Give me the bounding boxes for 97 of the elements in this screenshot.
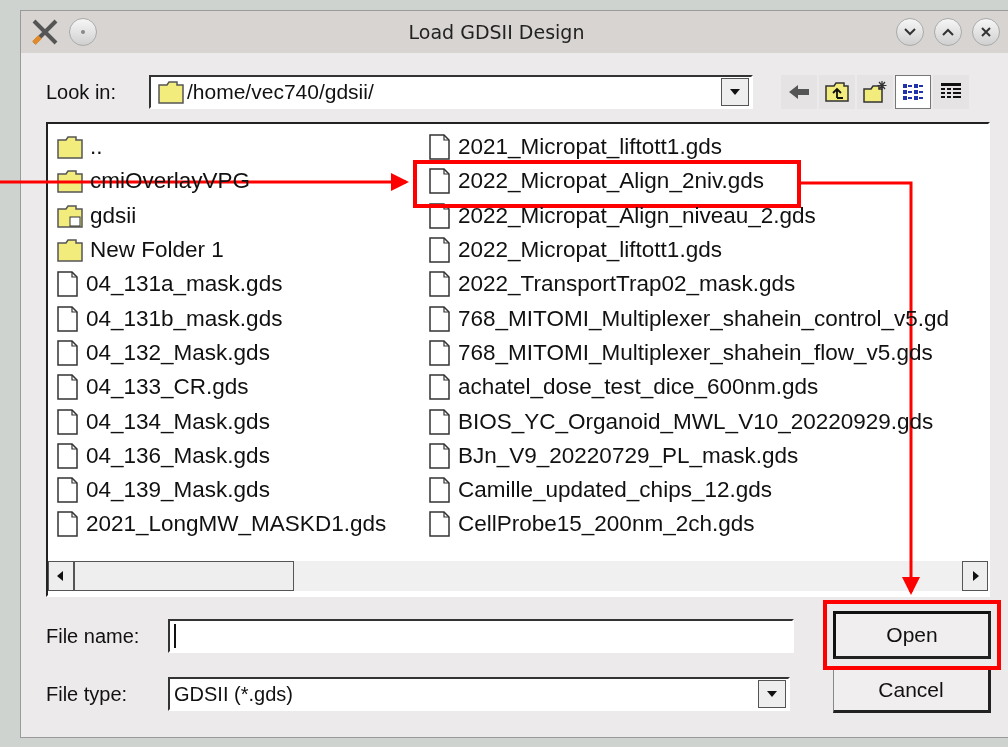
- file-name-text: New Folder 1: [90, 237, 224, 264]
- file-icon: [428, 338, 452, 367]
- file-name-text: 04_136_Mask.gds: [86, 442, 270, 469]
- open-button[interactable]: Open: [833, 611, 991, 659]
- file-icon: [428, 133, 452, 162]
- close-button[interactable]: [972, 18, 1000, 46]
- file-name-field[interactable]: [168, 619, 794, 653]
- window-title: Load GDSII Design: [407, 21, 586, 43]
- file-name-text: 2021_LongMW_MASKD1.gds: [86, 511, 387, 538]
- maximize-button[interactable]: [934, 18, 962, 46]
- horizontal-scrollbar[interactable]: [48, 561, 988, 591]
- chevron-down-icon: [903, 27, 917, 37]
- file-list-item[interactable]: BJn_V9_20220729_PL_mask.gds: [428, 438, 988, 473]
- file-name-text: ..: [90, 134, 103, 161]
- folder-icon: [56, 134, 84, 161]
- file-type-combo[interactable]: GDSII (*.gds): [168, 677, 790, 711]
- file-name-text: 2022_Micropat_Align_2niv.gds: [458, 168, 765, 195]
- look-in-path: /home/vec740/gdsii/: [186, 80, 375, 104]
- file-list-item[interactable]: 04_131a_mask.gds: [56, 267, 428, 302]
- file-name-text: BJn_V9_20220729_PL_mask.gds: [458, 442, 799, 469]
- file-type-value: GDSII (*.gds): [173, 682, 294, 706]
- file-name-text: 04_131b_mask.gds: [86, 305, 283, 332]
- file-list-item[interactable]: CellProbe15_200nm_2ch.gds: [428, 507, 988, 542]
- look-in-label: Look in:: [46, 80, 118, 104]
- file-icon: [56, 476, 80, 505]
- file-icon: [56, 338, 80, 367]
- file-icon: [56, 304, 80, 333]
- file-type-label: File type:: [46, 682, 129, 706]
- cancel-button[interactable]: Cancel: [833, 669, 991, 713]
- file-list-item[interactable]: 2021_Micropat_liftott1.gds: [428, 130, 988, 165]
- file-icon: [428, 236, 452, 265]
- file-name-text: CellProbe15_200nm_2ch.gds: [458, 511, 755, 538]
- file-list-item[interactable]: 04_132_Mask.gds: [56, 335, 428, 371]
- file-name-text: 2021_Micropat_liftott1.gds: [458, 134, 722, 161]
- file-icon: [56, 373, 80, 402]
- dot-icon: [80, 29, 86, 35]
- new-folder-button[interactable]: [857, 75, 893, 109]
- file-icon: [428, 441, 452, 470]
- minimize-button[interactable]: [896, 18, 924, 46]
- file-name-text: 04_132_Mask.gds: [86, 339, 270, 366]
- file-name-text: 04_131a_mask.gds: [86, 271, 283, 298]
- file-list-item[interactable]: 2022_Micropat_Align_2niv.gds: [428, 164, 988, 199]
- scroll-thumb[interactable]: [74, 561, 294, 591]
- look-in-combo[interactable]: /home/vec740/gdsii/: [149, 75, 753, 109]
- chevron-up-icon: [941, 27, 955, 37]
- file-list-item[interactable]: 04_133_CR.gds: [56, 370, 428, 405]
- file-icon: [428, 373, 452, 402]
- scroll-right-button[interactable]: [962, 561, 988, 591]
- file-icon: [428, 304, 452, 333]
- file-list-item[interactable]: 04_136_Mask.gds: [56, 438, 428, 473]
- dropdown-button[interactable]: [758, 680, 786, 708]
- list-view-button[interactable]: [895, 75, 931, 109]
- file-name-text: 04_133_CR.gds: [86, 374, 249, 401]
- file-name-text: 04_139_Mask.gds: [86, 477, 270, 504]
- file-icon: [428, 510, 452, 539]
- file-icon: [428, 167, 452, 196]
- file-list-item[interactable]: 2022_Micropat_Align_niveau_2.gds: [428, 198, 988, 233]
- scroll-left-button[interactable]: [48, 561, 74, 591]
- file-icon: [428, 476, 452, 505]
- file-name-label: File name:: [46, 624, 141, 648]
- dropdown-button[interactable]: [721, 78, 749, 106]
- file-name-text: 04_134_Mask.gds: [86, 408, 270, 435]
- file-name-text: 2022_Micropat_Align_niveau_2.gds: [458, 202, 816, 229]
- file-icon: [428, 270, 452, 299]
- close-icon: [980, 26, 992, 38]
- back-button[interactable]: [781, 75, 817, 109]
- file-list-item[interactable]: New Folder 1: [56, 232, 428, 268]
- file-list-item[interactable]: 04_134_Mask.gds: [56, 404, 428, 439]
- parent-folder-button[interactable]: [819, 75, 855, 109]
- file-list-item[interactable]: achatel_dose_test_dice_600nm.gds: [428, 370, 988, 405]
- file-name-text: Camille_updated_chips_12.gds: [458, 477, 772, 504]
- file-icon: [56, 270, 80, 299]
- folder-icon: [157, 79, 185, 105]
- file-list-item[interactable]: 04_131b_mask.gds: [56, 301, 428, 336]
- linked-folder-icon: [56, 202, 84, 229]
- file-list-item[interactable]: ..: [56, 130, 428, 165]
- list-view-icon: [902, 82, 924, 102]
- up-folder-icon: [824, 81, 850, 103]
- back-arrow-icon: [787, 83, 811, 101]
- app-logo-icon: [31, 19, 59, 45]
- file-name-text: gdsii: [90, 202, 137, 229]
- file-list-item[interactable]: Camille_updated_chips_12.gds: [428, 472, 988, 508]
- folder-icon: [56, 237, 84, 264]
- file-name-text: achatel_dose_test_dice_600nm.gds: [458, 374, 819, 401]
- file-list-item[interactable]: 04_139_Mask.gds: [56, 472, 428, 508]
- file-icon: [56, 407, 80, 436]
- file-list-item[interactable]: 2022_Micropat_liftott1.gds: [428, 232, 988, 268]
- file-icon: [56, 441, 80, 470]
- new-folder-icon: [862, 80, 888, 104]
- file-icon: [56, 510, 80, 539]
- file-list-item[interactable]: gdsii: [56, 198, 428, 233]
- file-icon: [428, 407, 452, 436]
- file-name-text: 2022_Micropat_liftott1.gds: [458, 237, 722, 264]
- detail-view-button[interactable]: [933, 75, 969, 109]
- file-name-text: 2022_TransportTrap02_mask.gds: [458, 271, 796, 298]
- file-list-item[interactable]: 2022_TransportTrap02_mask.gds: [428, 267, 988, 302]
- file-list-item[interactable]: 2021_LongMW_MASKD1.gds: [56, 507, 428, 542]
